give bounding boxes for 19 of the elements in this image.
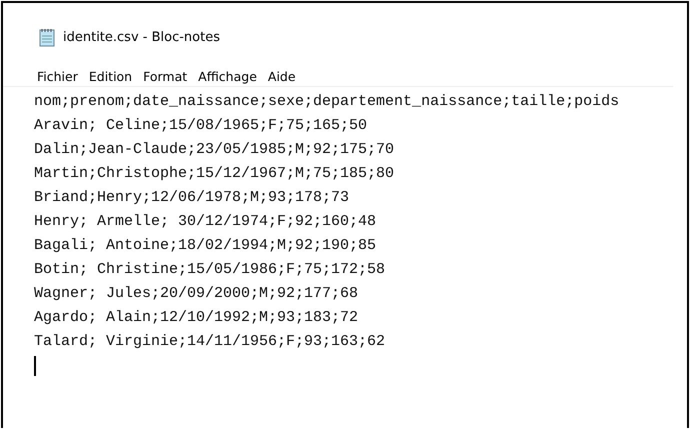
text-line: nom;prenom;date_naissance;sexe;departement_naissance;taille;poids [34, 92, 620, 112]
text-cursor [34, 356, 36, 376]
text-line: Briand;Henry;12/06/1978;M;93;178;73 [34, 188, 350, 208]
window-title: identite.csv - Bloc-notes [63, 30, 220, 44]
menu-item[interactable]: Fichier [37, 68, 78, 84]
menu-item[interactable]: Format [143, 68, 188, 84]
text-line: Wagner; Jules;20/09/2000;M;92;177;68 [34, 284, 360, 304]
text-line: Talard; Virginie;14/11/1956;F;93;163;62 [34, 332, 386, 352]
menu-item[interactable]: Edition [88, 68, 132, 84]
text-line: Agardo; Alain;12/10/1992;M;93;183;72 [34, 308, 360, 328]
notepad-icon [39, 28, 55, 46]
text-line: Botin; Christine;15/05/1986;F;75;172;58 [34, 260, 386, 280]
menu-item[interactable]: Affichage [198, 68, 257, 84]
menu-item[interactable]: Aide [268, 68, 296, 84]
text-line: Henry; Armelle; 30/12/1974;F;92;160;48 [34, 212, 378, 232]
text-line: Martin;Christophe;15/12/1967;M;75;185;80 [34, 164, 396, 184]
text-line: Dalin;Jean-Claude;23/05/1985;M;92;175;70 [34, 140, 396, 160]
text-line: Bagali; Antoine;18/02/1994;M;92;190;85 [34, 236, 378, 256]
text-line: Aravin; Celine;15/08/1965;F;75;165;50 [34, 116, 368, 136]
